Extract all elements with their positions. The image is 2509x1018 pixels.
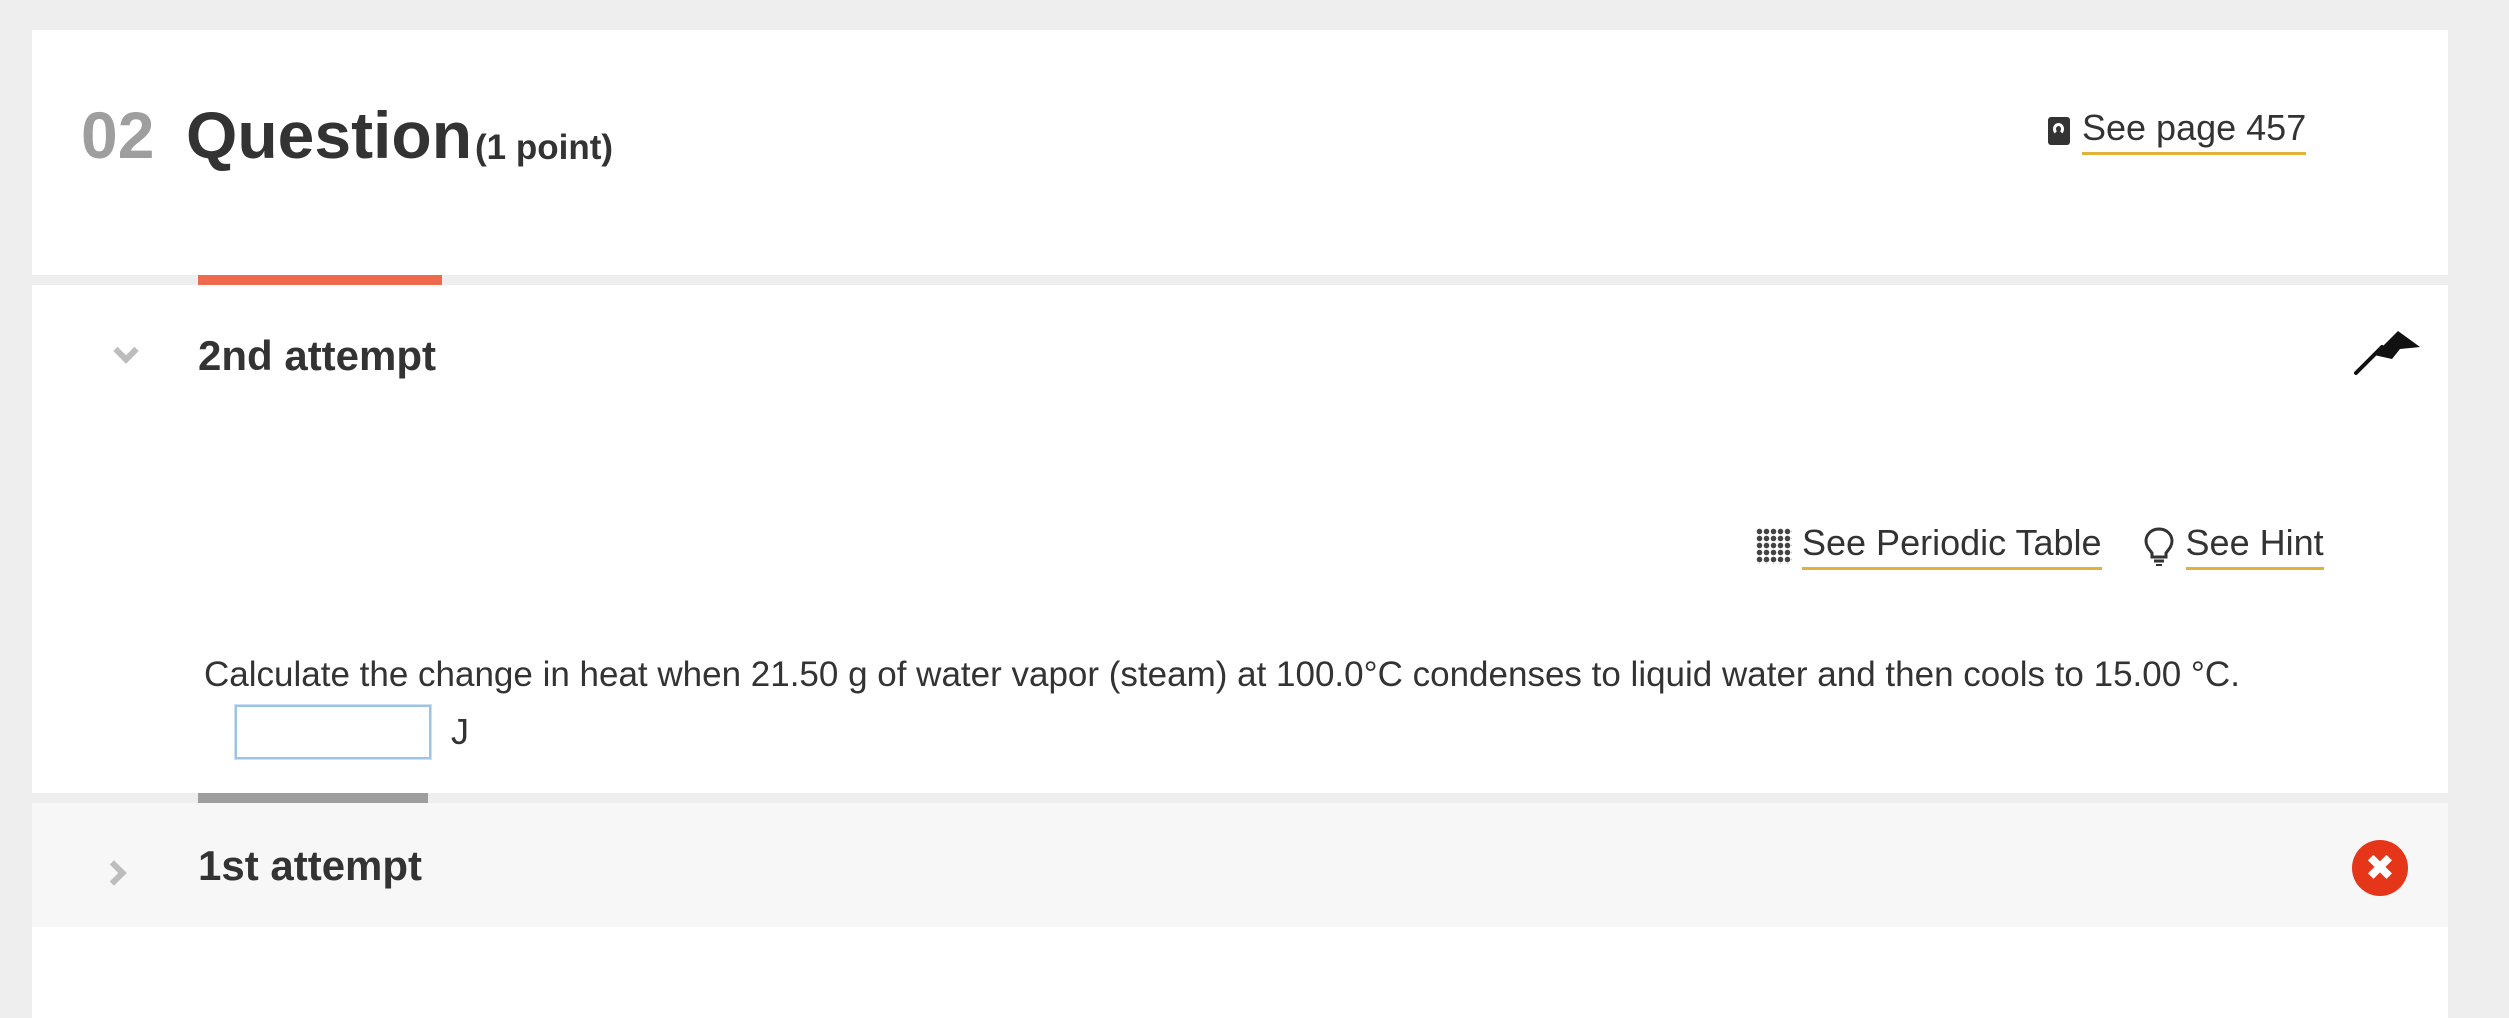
question-points: (1 point) (475, 128, 614, 167)
periodic-table-icon (1756, 528, 1792, 565)
flag-icon[interactable] (2352, 325, 2422, 377)
attempt-1-accent-bar (198, 793, 428, 803)
attempt-1-title[interactable]: 1st attempt (198, 845, 422, 887)
chevron-right-icon[interactable] (101, 860, 127, 886)
question-title: Question (186, 98, 473, 172)
attempt-2-accent-bar (198, 275, 442, 285)
see-hint-label: See Hint (2185, 523, 2324, 570)
attempt-1-panel: 1st attempt ✖ (32, 803, 2448, 927)
question-prompt: Calculate the change in heat when 21.50 … (204, 655, 2240, 694)
answer-input[interactable] (234, 704, 432, 760)
ebook-icon (2048, 117, 2070, 146)
attempt-2-panel: 2nd attempt See Periodic Table See Hint … (32, 285, 2448, 793)
see-periodic-table-link[interactable]: See Periodic Table (1756, 523, 2102, 570)
see-periodic-table-label: See Periodic Table (1802, 523, 2102, 570)
attempt-2-title[interactable]: 2nd attempt (198, 335, 436, 377)
question-number: 02 (81, 98, 155, 172)
tools-bar: See Periodic Table See Hint (1756, 523, 2324, 570)
see-hint-link[interactable]: See Hint (2142, 523, 2324, 570)
chevron-down-icon[interactable] (113, 338, 139, 364)
question-card: 02 Question (1 point) See page 457 2nd a… (32, 30, 2448, 1018)
lightbulb-icon (2144, 527, 2174, 567)
answer-unit: J (451, 711, 469, 752)
incorrect-x-icon: ✖ (2352, 840, 2408, 896)
question-header: 02 Question (1 point) See page 457 (32, 30, 2448, 275)
see-page-label: See page 457 (2082, 108, 2307, 155)
see-page-link[interactable]: See page 457 (2048, 108, 2307, 155)
answer-row: J (234, 704, 469, 760)
